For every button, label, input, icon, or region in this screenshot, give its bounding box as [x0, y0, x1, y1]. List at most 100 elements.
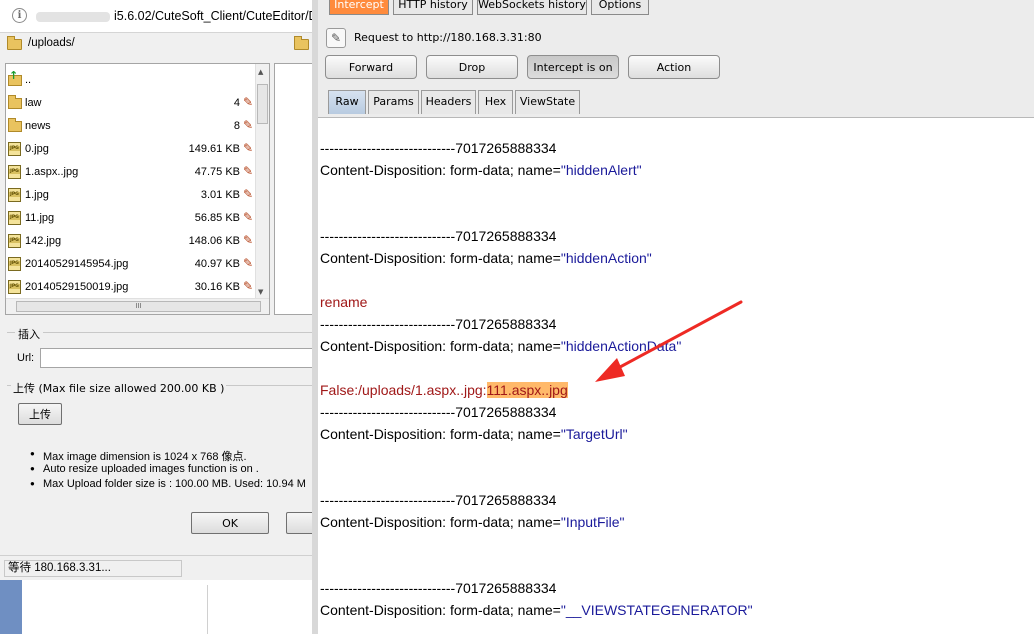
scroll-up-icon[interactable]: ▲: [258, 68, 263, 76]
tab-params[interactable]: Params: [368, 90, 419, 114]
list-item[interactable]: 142.jpg 148.06 KB ✎: [6, 230, 256, 253]
status-bar: 等待 180.168.3.31...: [0, 555, 312, 579]
value-line: False:/uploads/1.aspx..jpg:111.aspx..jpg: [320, 382, 568, 398]
tab-websockets-history[interactable]: WebSockets history: [477, 0, 587, 15]
ok-button[interactable]: OK: [191, 512, 269, 534]
file-name: ..: [25, 74, 32, 86]
vertical-scrollbar[interactable]: ▲ ▼: [255, 64, 269, 300]
burp-inner: Intercept HTTP history WebSockets histor…: [318, 0, 1034, 634]
field-name: "TargetUrl": [560, 426, 628, 442]
tab-raw[interactable]: Raw: [328, 90, 366, 114]
jpg-file-icon: [8, 142, 21, 156]
file-list[interactable]: .. law 4 ✎ news 8 ✎ 0.jpg 149.61 KB ✎ 1.…: [5, 63, 270, 315]
file-size: 3.01 KB: [200, 189, 240, 201]
pencil-icon[interactable]: ✎: [243, 279, 254, 293]
redacted-host: [36, 11, 110, 22]
jpg-file-icon: [8, 165, 21, 179]
scroll-thumb[interactable]: III: [16, 301, 261, 312]
value-line: rename: [320, 294, 368, 310]
boundary-line: -----------------------------70172658883…: [320, 228, 557, 244]
raw-request-editor[interactable]: -----------------------------70172658883…: [320, 140, 1032, 634]
list-item[interactable]: 20140529145954.jpg 40.97 KB ✎: [6, 253, 256, 276]
pencil-icon[interactable]: ✎: [243, 141, 254, 155]
pencil-icon[interactable]: ✎: [243, 95, 254, 109]
url-input[interactable]: [40, 348, 312, 368]
status-text: 等待 180.168.3.31...: [4, 560, 182, 577]
pencil-icon[interactable]: ✎: [243, 210, 254, 224]
cd-prefix: Content-Disposition: form-data; name=: [320, 162, 561, 178]
list-item[interactable]: law 4 ✎: [6, 92, 256, 115]
action-button[interactable]: Action: [628, 55, 720, 79]
field-name: "__VIEWSTATEGENERATOR": [560, 602, 753, 618]
horizontal-scrollbar[interactable]: III: [6, 298, 269, 314]
burp-proxy-panel: Intercept HTTP history WebSockets histor…: [312, 0, 1034, 634]
list-item[interactable]: 20140529150019.jpg 30.16 KB ✎: [6, 276, 256, 299]
cancel-button[interactable]: [286, 512, 312, 534]
upload-button[interactable]: 上传: [18, 403, 62, 425]
cuteeditor-dialog-window: i i5.6.02/CuteSoft_Client/CuteEditor/Dia…: [0, 0, 312, 634]
list-item[interactable]: 0.jpg 149.61 KB ✎: [6, 138, 256, 161]
file-name: news: [25, 120, 51, 132]
tab-viewstate[interactable]: ViewState: [515, 90, 580, 114]
highlighted-new-filename[interactable]: 111.aspx..jpg: [486, 382, 568, 398]
request-target-label: Request to http://180.168.3.31:80: [354, 31, 542, 44]
intercept-toggle-button[interactable]: Intercept is on: [527, 55, 619, 79]
boundary-line: -----------------------------70172658883…: [320, 492, 557, 508]
drop-button[interactable]: Drop: [426, 55, 518, 79]
file-size: 8: [233, 120, 240, 132]
field-name: "hiddenAlert": [560, 162, 642, 178]
scroll-down-icon[interactable]: ▼: [258, 288, 263, 296]
new-folder-icon[interactable]: [294, 36, 309, 50]
list-item[interactable]: 1.aspx..jpg 47.75 KB ✎: [6, 161, 256, 184]
cd-prefix: Content-Disposition: form-data; name=: [320, 426, 561, 442]
pencil-icon[interactable]: ✎: [243, 164, 254, 178]
pencil-icon[interactable]: ✎: [243, 233, 254, 247]
upload-note: Auto resize uploaded images function is …: [30, 462, 259, 476]
burp-header: Intercept HTTP history WebSockets histor…: [318, 0, 1034, 118]
content-disposition-line: Content-Disposition: form-data; name="In…: [320, 514, 624, 530]
upload-note: Max image dimension is 1024 x 768 像点.: [30, 447, 247, 464]
list-item[interactable]: news 8 ✎: [6, 115, 256, 138]
upload-legend: 上传 (Max file size allowed 200.00 KB ): [11, 380, 227, 396]
jpg-file-icon: [8, 234, 21, 248]
file-size: 40.97 KB: [194, 258, 240, 270]
insert-legend: 插入: [15, 326, 43, 342]
current-path: /uploads/: [28, 37, 75, 49]
address-text[interactable]: i5.6.02/CuteSoft_Client/CuteEditor/Dialo…: [36, 9, 312, 23]
tab-options[interactable]: Options: [591, 0, 649, 15]
content-disposition-line: Content-Disposition: form-data; name="Ta…: [320, 426, 628, 442]
file-name: 142.jpg: [25, 235, 62, 247]
file-name: law: [25, 97, 42, 109]
tab-intercept[interactable]: Intercept: [329, 0, 389, 15]
field-name: "hiddenAction": [560, 250, 652, 266]
field-name: "InputFile": [560, 514, 625, 530]
list-item[interactable]: ..: [6, 69, 256, 92]
boundary-line: -----------------------------70172658883…: [320, 404, 557, 420]
list-item[interactable]: 1.jpg 3.01 KB ✎: [6, 184, 256, 207]
scroll-thumb[interactable]: [257, 84, 268, 124]
file-size: 149.61 KB: [188, 143, 240, 155]
address-bar[interactable]: i i5.6.02/CuteSoft_Client/CuteEditor/Dia…: [0, 0, 312, 33]
background-window-divider: [207, 585, 208, 634]
tab-hex[interactable]: Hex: [478, 90, 513, 114]
tab-headers[interactable]: Headers: [421, 90, 476, 114]
file-size: 56.85 KB: [194, 212, 240, 224]
file-size: 4: [233, 97, 240, 109]
jpg-file-icon: [8, 280, 21, 294]
boundary-line: -----------------------------70172658883…: [320, 140, 557, 156]
file-name: 20140529145954.jpg: [25, 258, 129, 270]
background-window-accent: [0, 580, 22, 634]
list-item[interactable]: 11.jpg 56.85 KB ✎: [6, 207, 256, 230]
pencil-icon[interactable]: ✎: [243, 256, 254, 270]
tab-http-history[interactable]: HTTP history: [393, 0, 473, 15]
jpg-file-icon: [8, 211, 21, 225]
content-disposition-line: Content-Disposition: form-data; name="hi…: [320, 250, 652, 266]
pencil-icon[interactable]: ✎: [243, 187, 254, 201]
address-url: i5.6.02/CuteSoft_Client/CuteEditor/Dialo…: [114, 9, 312, 23]
background-window: [0, 580, 312, 634]
edit-request-icon[interactable]: ✎: [326, 28, 346, 48]
pencil-icon[interactable]: ✎: [243, 118, 254, 132]
info-icon[interactable]: i: [12, 8, 27, 23]
forward-button[interactable]: Forward: [325, 55, 417, 79]
url-label: Url:: [17, 352, 35, 364]
